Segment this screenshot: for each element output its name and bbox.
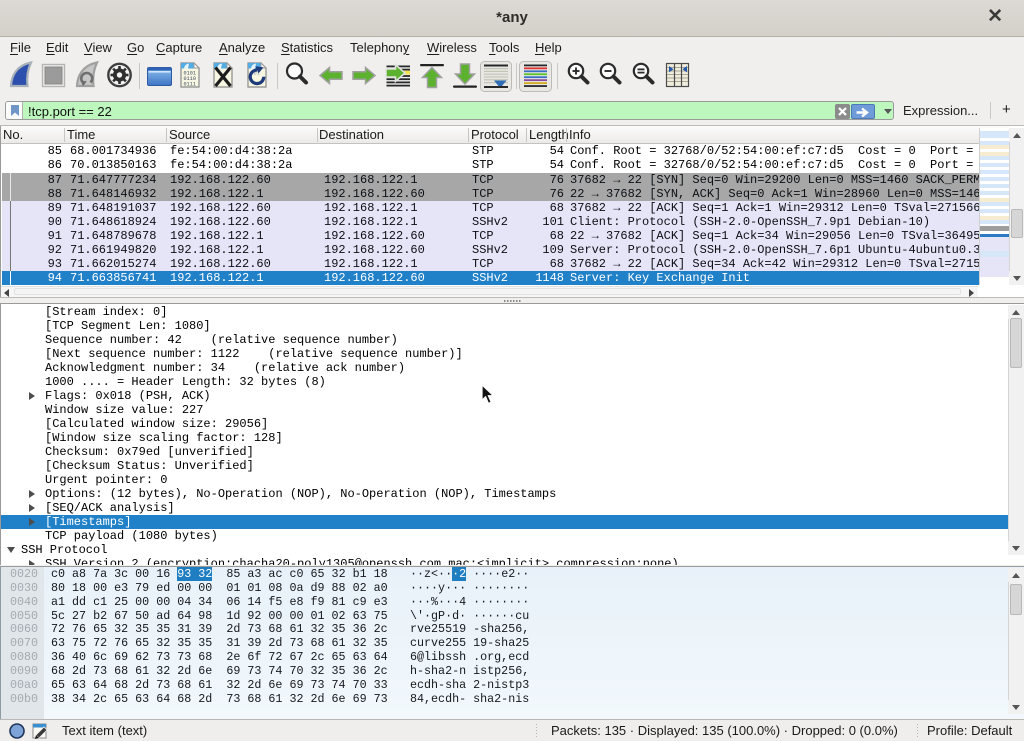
svg-text:0111: 0111: [184, 82, 196, 88]
